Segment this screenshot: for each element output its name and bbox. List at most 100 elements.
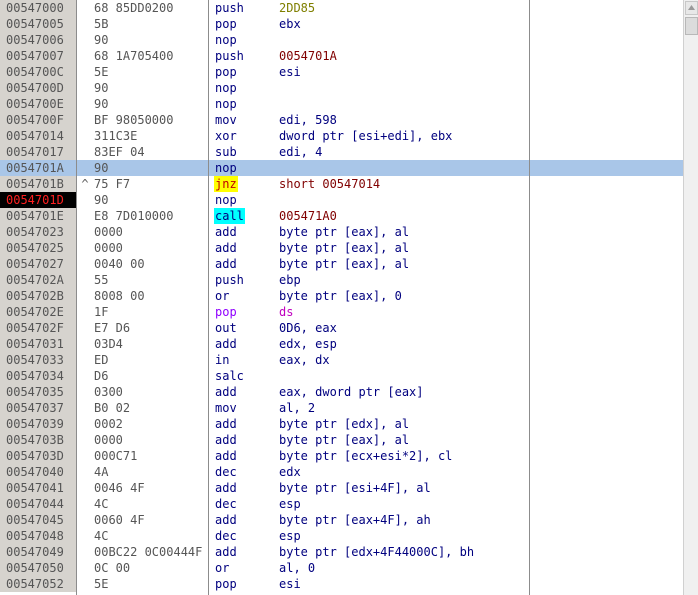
mnemonic-cell[interactable]: add	[214, 256, 238, 272]
hex-dump-cell[interactable]: 90	[94, 160, 208, 176]
mnemonic-cell[interactable]: pop	[214, 64, 238, 80]
disasm-row[interactable]: 0054700F BF 98050000 mov edi, 598	[0, 112, 683, 128]
address-cell[interactable]: 00547007	[0, 48, 76, 64]
mnemonic-cell[interactable]: nop	[214, 160, 238, 176]
operands-cell[interactable]: eax, dx	[279, 352, 330, 368]
mnemonic-cell[interactable]: pop	[214, 304, 238, 320]
disasm-row[interactable]: 00547027 0040 00 add byte ptr [eax], al	[0, 256, 683, 272]
operands-cell[interactable]: 005471A0	[279, 208, 337, 224]
hex-dump-cell[interactable]: 0300	[94, 384, 208, 400]
operands-cell[interactable]: byte ptr [eax], al	[279, 256, 409, 272]
address-cell[interactable]: 00547034	[0, 368, 76, 384]
address-cell[interactable]: 0054703D	[0, 448, 76, 464]
disasm-row[interactable]: 0054702B 8008 00 or byte ptr [eax], 0	[0, 288, 683, 304]
operands-cell[interactable]: byte ptr [eax], al	[279, 224, 409, 240]
mnemonic-cell[interactable]: push	[214, 0, 245, 16]
hex-dump-cell[interactable]: 75 F7	[94, 176, 208, 192]
disasm-row[interactable]: 0054702E 1F pop ds	[0, 304, 683, 320]
mnemonic-cell[interactable]: add	[214, 432, 238, 448]
address-cell[interactable]: 00547050	[0, 560, 76, 576]
address-cell[interactable]: 00547031	[0, 336, 76, 352]
address-cell[interactable]: 00547052	[0, 576, 76, 592]
address-cell[interactable]: 0054702E	[0, 304, 76, 320]
operands-cell[interactable]: byte ptr [edx+4F44000C], bh	[279, 544, 474, 560]
address-cell[interactable]: 00547040	[0, 464, 76, 480]
hex-dump-cell[interactable]: 4A	[94, 464, 208, 480]
scroll-up-button[interactable]	[685, 1, 698, 15]
address-cell[interactable]: 00547000	[0, 0, 76, 16]
disasm-row[interactable]: 0054701A 90 nop	[0, 160, 683, 176]
operands-cell[interactable]: 0D6, eax	[279, 320, 337, 336]
disasm-row[interactable]: 00547000 68 85DD0200 push 2DD85	[0, 0, 683, 16]
hex-dump-cell[interactable]: 00BC22 0C00444F	[94, 544, 208, 560]
scroll-thumb[interactable]	[685, 17, 698, 35]
operands-cell[interactable]: esi	[279, 64, 301, 80]
disasm-row[interactable]: 0054700C 5E pop esi	[0, 64, 683, 80]
operands-cell[interactable]: byte ptr [esi+4F], al	[279, 480, 431, 496]
hex-dump-cell[interactable]: 55	[94, 272, 208, 288]
disasm-row[interactable]: 00547023 0000 add byte ptr [eax], al	[0, 224, 683, 240]
address-cell[interactable]: 00547023	[0, 224, 76, 240]
mnemonic-cell[interactable]: add	[214, 544, 238, 560]
mnemonic-cell[interactable]: nop	[214, 32, 238, 48]
operands-cell[interactable]: short 00547014	[279, 176, 380, 192]
disasm-row[interactable]: 0054701B ^ 75 F7 jnz short 00547014	[0, 176, 683, 192]
mnemonic-cell[interactable]: push	[214, 272, 245, 288]
mnemonic-cell[interactable]: mov	[214, 400, 238, 416]
disasm-row[interactable]: 0054700E 90 nop	[0, 96, 683, 112]
operands-cell[interactable]: al, 2	[279, 400, 315, 416]
disasm-row[interactable]: 00547017 83EF 04 sub edi, 4	[0, 144, 683, 160]
mnemonic-cell[interactable]: add	[214, 416, 238, 432]
mnemonic-cell[interactable]: add	[214, 336, 238, 352]
mnemonic-cell[interactable]: pop	[214, 576, 238, 592]
disasm-row[interactable]: 00547049 00BC22 0C00444F add byte ptr [edx+…	[0, 544, 683, 560]
address-cell[interactable]: 00547027	[0, 256, 76, 272]
address-cell[interactable]: 00547014	[0, 128, 76, 144]
mnemonic-cell[interactable]: add	[214, 512, 238, 528]
operands-cell[interactable]: byte ptr [eax+4F], ah	[279, 512, 431, 528]
hex-dump-cell[interactable]: 90	[94, 96, 208, 112]
hex-dump-cell[interactable]: E8 7D010000	[94, 208, 208, 224]
hex-dump-cell[interactable]: D6	[94, 368, 208, 384]
address-cell[interactable]: 00547049	[0, 544, 76, 560]
disasm-row[interactable]: 0054702F E7 D6 out 0D6, eax	[0, 320, 683, 336]
hex-dump-cell[interactable]: 5B	[94, 16, 208, 32]
column-divider-address[interactable]	[76, 0, 77, 595]
mnemonic-cell[interactable]: or	[214, 288, 230, 304]
hex-dump-cell[interactable]: 0000	[94, 240, 208, 256]
address-cell[interactable]: 00547044	[0, 496, 76, 512]
address-cell[interactable]: 0054700D	[0, 80, 76, 96]
operands-cell[interactable]: esp	[279, 496, 301, 512]
operands-cell[interactable]: ebp	[279, 272, 301, 288]
disasm-row[interactable]: 00547006 90 nop	[0, 32, 683, 48]
hex-dump-cell[interactable]: 90	[94, 32, 208, 48]
address-cell[interactable]: 00547045	[0, 512, 76, 528]
hex-dump-cell[interactable]: 90	[94, 80, 208, 96]
hex-dump-cell[interactable]: ED	[94, 352, 208, 368]
hex-dump-cell[interactable]: 311C3E	[94, 128, 208, 144]
address-cell[interactable]: 0054701E	[0, 208, 76, 224]
mnemonic-cell[interactable]: nop	[214, 96, 238, 112]
mnemonic-cell[interactable]: mov	[214, 112, 238, 128]
operands-cell[interactable]: ebx	[279, 16, 301, 32]
address-cell[interactable]: 00547017	[0, 144, 76, 160]
address-cell[interactable]: 0054701B	[0, 176, 76, 192]
hex-dump-cell[interactable]: 0000	[94, 224, 208, 240]
hex-dump-cell[interactable]: 83EF 04	[94, 144, 208, 160]
address-cell[interactable]: 0054700F	[0, 112, 76, 128]
address-cell[interactable]: 0054701D	[0, 192, 76, 208]
disasm-row[interactable]: 0054702A 55 push ebp	[0, 272, 683, 288]
mnemonic-cell[interactable]: add	[214, 480, 238, 496]
disasm-row[interactable]: 00547014 311C3E xor dword ptr [esi+edi], eb…	[0, 128, 683, 144]
hex-dump-cell[interactable]: 5E	[94, 64, 208, 80]
vertical-scrollbar[interactable]	[683, 0, 698, 595]
column-divider-disasm[interactable]	[529, 0, 530, 595]
mnemonic-cell[interactable]: add	[214, 224, 238, 240]
mnemonic-cell[interactable]: jnz	[214, 176, 238, 192]
mnemonic-cell[interactable]: or	[214, 560, 230, 576]
address-cell[interactable]: 0054700C	[0, 64, 76, 80]
address-cell[interactable]: 00547025	[0, 240, 76, 256]
disasm-row[interactable]: 00547048 4C dec esp	[0, 528, 683, 544]
mnemonic-cell[interactable]: call	[214, 208, 245, 224]
operands-cell[interactable]: byte ptr [eax], 0	[279, 288, 402, 304]
